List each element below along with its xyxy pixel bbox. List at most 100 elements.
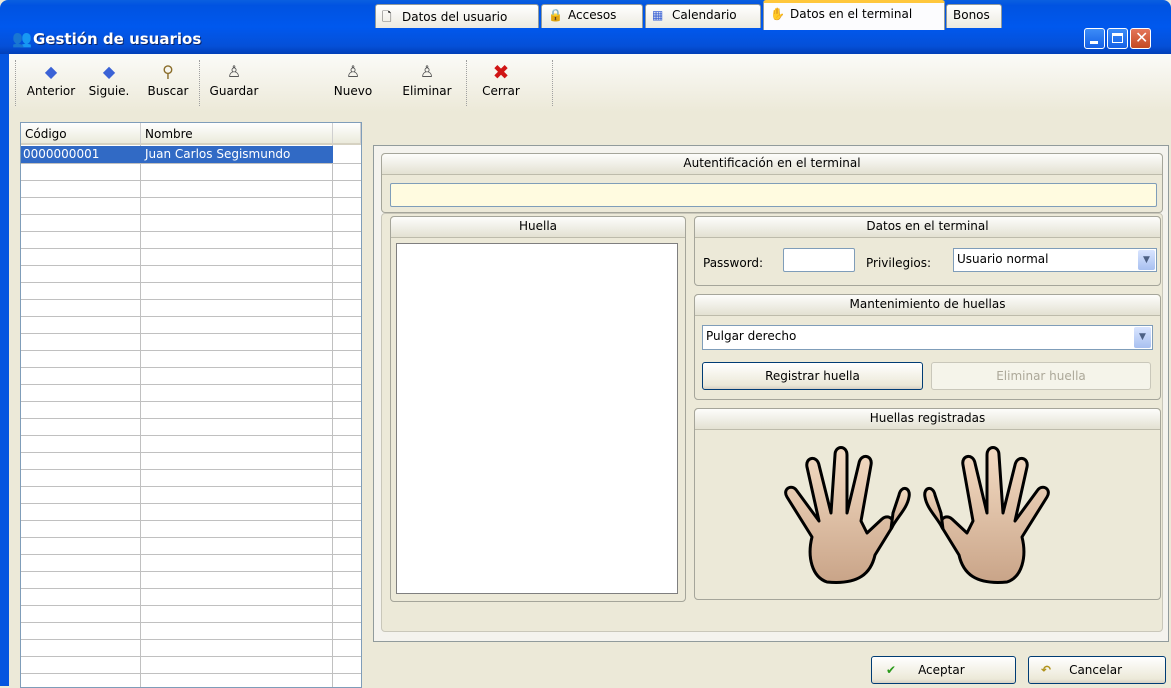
table-row-line	[21, 452, 361, 453]
nuevo-button[interactable]: ♙ Nuevo	[331, 60, 375, 98]
tab-bonos[interactable]: Bonos	[946, 4, 1002, 28]
table-row-line	[21, 639, 361, 640]
toolbar-separator	[199, 60, 203, 106]
toolbar-separator	[466, 60, 470, 106]
table-row-line	[21, 401, 361, 402]
guardar-button[interactable]: ♙ Guardar	[205, 60, 263, 98]
terminal-group-title: Datos en el terminal	[695, 217, 1160, 238]
cancelar-label: Cancelar	[1069, 663, 1123, 677]
calendar-icon: ▦	[652, 8, 664, 22]
right-hand-icon[interactable]	[923, 446, 1050, 584]
table-row-line	[21, 503, 361, 504]
privilegios-value: Usuario normal	[957, 252, 1049, 266]
mantenimiento-group-title: Mantenimiento de huellas	[695, 295, 1160, 316]
maximize-icon	[1112, 33, 1123, 43]
auth-group-title: Autentificación en el terminal	[382, 154, 1162, 175]
arrow-right-icon: ◆	[102, 62, 116, 81]
finger-select[interactable]: Pulgar derecho ▼	[702, 325, 1153, 350]
cell-codigo: 0000000001	[23, 147, 100, 161]
minimize-button[interactable]	[1084, 28, 1105, 49]
password-label: Password:	[703, 256, 764, 270]
table-row-line	[21, 197, 361, 198]
privilegios-select[interactable]: Usuario normal ▼	[953, 248, 1157, 272]
tab-datos-usuario[interactable]: 🗋 Datos del usuario	[375, 4, 539, 28]
fingerprint-image	[396, 243, 678, 594]
eliminar-button[interactable]: ♙ Eliminar	[399, 60, 455, 98]
tab-label: Accesos	[568, 8, 617, 22]
column-header-nombre[interactable]: Nombre	[141, 123, 333, 145]
table-row-line	[21, 316, 361, 317]
window-title: Gestión de usuarios	[33, 30, 202, 48]
users-table[interactable]: Código Nombre 0000000001 Juan Carlos Seg…	[20, 122, 362, 688]
delete-fingerprint-button[interactable]: Eliminar huella	[931, 362, 1151, 390]
table-row-line	[21, 350, 361, 351]
tab-datos-terminal[interactable]: ✋ Datos en el terminal	[763, 0, 945, 30]
column-header-empty	[333, 123, 361, 145]
magnifier-icon: ⚲	[162, 62, 174, 81]
finger-value: Pulgar derecho	[706, 329, 797, 343]
table-row-line	[21, 554, 361, 555]
cerrar-label: Cerrar	[482, 84, 520, 98]
table-row-line	[21, 588, 361, 589]
table-row-line	[21, 435, 361, 436]
table-row-line	[21, 231, 361, 232]
table-row-line	[21, 520, 361, 521]
aceptar-label: Aceptar	[918, 663, 965, 677]
registradas-group-title: Huellas registradas	[695, 409, 1160, 430]
document-icon: 🗋	[382, 10, 392, 24]
table-row-line	[21, 282, 361, 283]
tab-accesos[interactable]: 🔒 Accesos	[541, 4, 643, 28]
delete-user-icon: ♙	[419, 62, 435, 81]
undo-icon: ↶	[1041, 663, 1052, 677]
hands-icon	[784, 446, 1050, 584]
new-user-icon: ♙	[345, 62, 361, 81]
arrow-left-icon: ◆	[44, 62, 58, 81]
register-fingerprint-button[interactable]: Registrar huella	[702, 362, 923, 390]
huella-group-title: Huella	[391, 217, 685, 238]
auth-input[interactable]	[390, 183, 1157, 207]
siguiente-button[interactable]: ◆ Siguie.	[85, 60, 133, 98]
guardar-label: Guardar	[209, 84, 259, 98]
left-hand-icon[interactable]	[784, 446, 911, 584]
table-row-line	[21, 333, 361, 334]
table-row-line	[21, 163, 361, 164]
buscar-button[interactable]: ⚲ Buscar	[143, 60, 193, 98]
check-icon: ✔	[886, 663, 897, 677]
table-row-line	[21, 180, 361, 181]
table-row-line	[21, 265, 361, 266]
anterior-label: Anterior	[26, 84, 76, 98]
cancelar-button[interactable]: ↶ Cancelar	[1028, 656, 1166, 684]
maximize-button[interactable]	[1107, 28, 1128, 49]
anterior-button[interactable]: ◆ Anterior	[25, 60, 77, 98]
buscar-label: Buscar	[147, 84, 189, 98]
table-row-line	[21, 571, 361, 572]
table-row-line	[21, 605, 361, 606]
table-row-line	[21, 367, 361, 368]
table-row[interactable]: 0000000001 Juan Carlos Segismundo	[21, 146, 333, 163]
table-row-line	[21, 469, 361, 470]
minimize-icon	[1090, 41, 1098, 44]
tab-label: Calendario	[672, 8, 737, 22]
close-icon: ✕	[1135, 28, 1149, 47]
column-header-codigo[interactable]: Código	[21, 123, 141, 145]
lock-icon: 🔒	[548, 8, 563, 22]
siguiente-label: Siguie.	[88, 84, 130, 98]
cerrar-button[interactable]: ✖ Cerrar	[477, 60, 525, 98]
users-app-icon: 👥	[12, 29, 32, 48]
toolbar-separator	[15, 60, 19, 106]
close-window-button[interactable]: ✕	[1130, 28, 1151, 49]
table-row-line	[21, 622, 361, 623]
tab-label: Bonos	[953, 8, 990, 22]
tab-calendario[interactable]: ▦ Calendario	[645, 4, 761, 28]
password-field[interactable]	[783, 248, 855, 272]
tab-label: Datos en el terminal	[790, 7, 913, 21]
table-row-line	[21, 248, 361, 249]
cell-nombre: Juan Carlos Segismundo	[145, 147, 291, 161]
chevron-down-icon[interactable]: ▼	[1138, 250, 1155, 270]
close-x-icon: ✖	[492, 60, 510, 84]
chevron-down-icon[interactable]: ▼	[1134, 327, 1151, 348]
aceptar-button[interactable]: ✔ Aceptar	[871, 656, 1016, 684]
eliminar-label: Eliminar	[402, 84, 452, 98]
hand-icon: ✋	[770, 7, 785, 21]
table-row-line	[21, 673, 361, 674]
